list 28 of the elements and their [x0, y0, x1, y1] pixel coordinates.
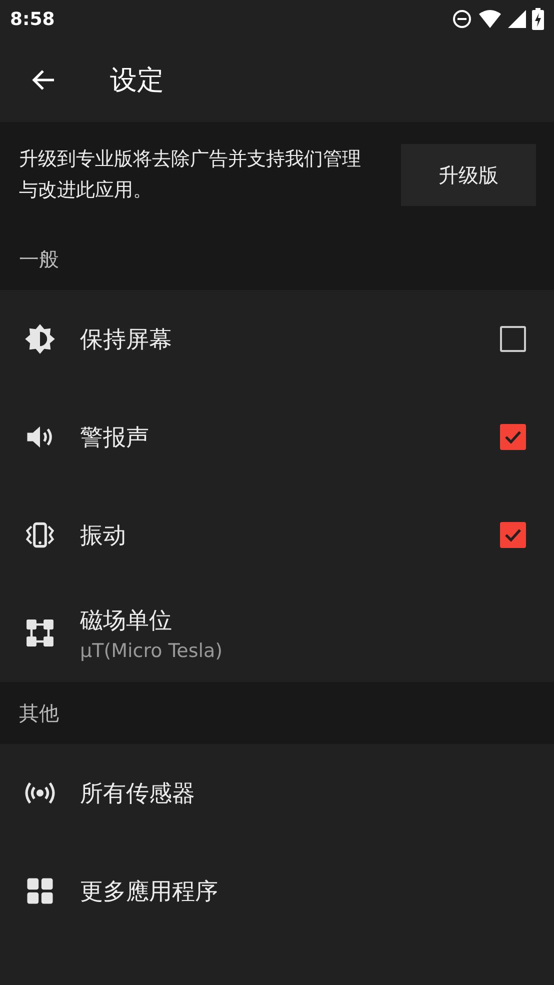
upgrade-button[interactable]: 升级版 — [401, 144, 536, 206]
brightness-icon — [23, 322, 57, 356]
status-time: 8:58 — [10, 8, 55, 30]
item-label: 磁场单位 — [80, 606, 173, 636]
battery-icon — [532, 8, 544, 30]
wifi-icon — [478, 9, 502, 29]
settings-item[interactable]: 更多應用程序 — [0, 842, 554, 940]
do-not-disturb-icon — [452, 9, 472, 29]
upgrade-message: 升级到专业版将去除广告并支持我们管理与改进此应用。 — [19, 147, 362, 203]
item-label: 警报声 — [80, 424, 150, 452]
settings-item[interactable]: 磁场单位 μT(Micro Tesla) — [0, 584, 554, 682]
section-header: 其他 — [0, 682, 554, 744]
item-label: 更多應用程序 — [80, 878, 219, 906]
settings-item[interactable]: 振动 — [0, 486, 554, 584]
item-label: 振动 — [80, 522, 127, 550]
settings-item[interactable]: 警报声 — [0, 388, 554, 486]
item-value: μT(Micro Tesla) — [80, 640, 224, 662]
settings-item[interactable]: 保持屏幕 — [0, 290, 554, 388]
section-header: 一般 — [0, 228, 554, 290]
checkbox[interactable] — [500, 424, 526, 450]
item-label: 保持屏幕 — [80, 326, 173, 354]
back-arrow-icon — [30, 68, 56, 92]
signal-icon — [508, 10, 526, 28]
page-title: 设定 — [110, 64, 164, 98]
checkbox[interactable] — [500, 522, 526, 548]
checkbox[interactable] — [500, 326, 526, 352]
item-label: 所有传感器 — [80, 780, 196, 808]
settings-item[interactable]: 所有传感器 — [0, 744, 554, 842]
